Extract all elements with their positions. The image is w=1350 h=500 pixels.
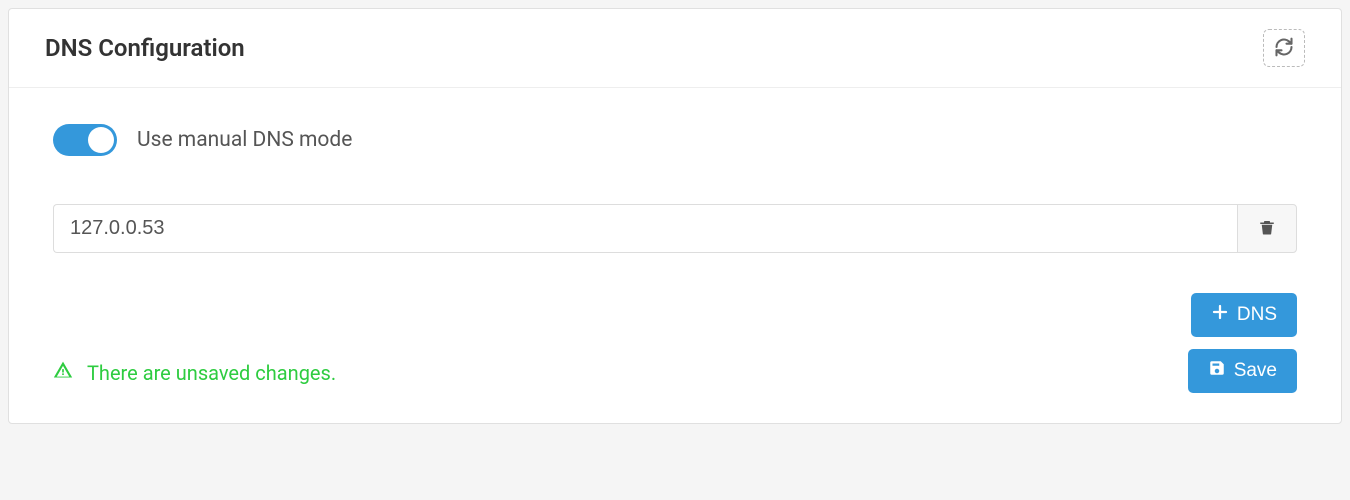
save-label: Save [1234, 360, 1277, 382]
panel-header: DNS Configuration [9, 9, 1341, 88]
manual-dns-toggle-label: Use manual DNS mode [137, 128, 352, 152]
unsaved-changes-status: There are unsaved changes. [53, 360, 336, 393]
footer-row: There are unsaved changes. DNS [53, 293, 1297, 393]
panel-title: DNS Configuration [45, 34, 245, 62]
panel-body: Use manual DNS mode There are unsave [9, 88, 1341, 423]
action-buttons: DNS Save [1188, 293, 1297, 393]
toggle-knob [88, 127, 114, 153]
dns-address-input[interactable] [53, 204, 1237, 253]
save-icon [1208, 359, 1226, 383]
refresh-button[interactable] [1263, 29, 1305, 67]
manual-dns-toggle-row: Use manual DNS mode [53, 124, 1297, 156]
manual-dns-toggle[interactable] [53, 124, 117, 156]
save-button[interactable]: Save [1188, 349, 1297, 393]
refresh-icon [1274, 37, 1294, 60]
dns-entry-row [53, 204, 1297, 253]
dns-config-panel: DNS Configuration Use manual DNS mode [8, 8, 1342, 424]
add-dns-label: DNS [1237, 304, 1277, 326]
delete-dns-button[interactable] [1237, 204, 1297, 253]
plus-icon [1211, 303, 1229, 327]
add-dns-button[interactable]: DNS [1191, 293, 1297, 337]
trash-icon [1258, 217, 1276, 240]
status-message-text: There are unsaved changes. [87, 361, 336, 385]
warning-icon [53, 360, 73, 385]
